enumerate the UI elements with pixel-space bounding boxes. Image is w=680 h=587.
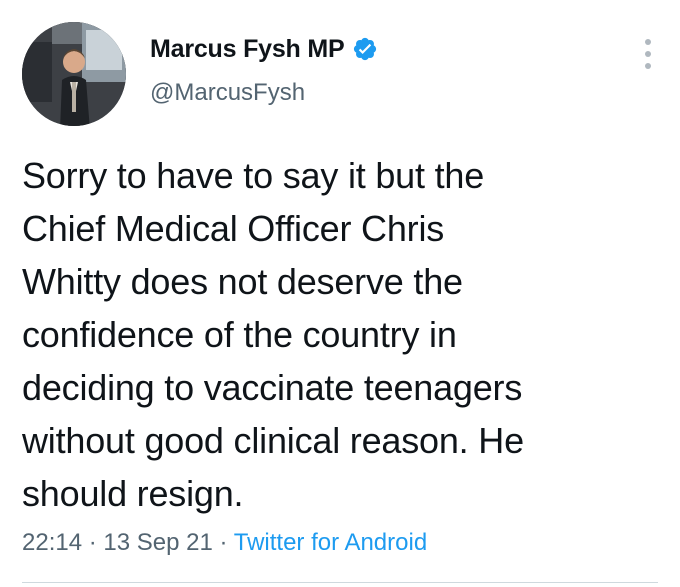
tweet-source-link[interactable]: Twitter for Android [234, 529, 427, 556]
tweet-text-line: deciding to vaccinate teenagers [22, 367, 523, 408]
tweet-card: Marcus Fysh MP @MarcusFysh Sorry to have… [0, 0, 680, 587]
tweet-time[interactable]: 22:14 [22, 529, 82, 556]
tweet-text-line: Sorry to have to say it but the [22, 155, 485, 196]
divider [22, 582, 658, 583]
tweet-meta: 22:14 · 13 Sep 21 · Twitter for Android [22, 529, 427, 557]
tweet-date[interactable]: 13 Sep 21 [103, 529, 212, 556]
tweet-text-line: confidence of the country in [22, 314, 457, 355]
tweet-text-line: Whitty does not deserve the [22, 261, 463, 302]
more-options-icon[interactable] [641, 36, 655, 72]
tweet-text: Sorry to have to say it but the Chief Me… [22, 149, 652, 520]
verified-badge-icon [352, 36, 378, 62]
author-avatar[interactable] [22, 22, 126, 126]
tweet-text-line: without good clinical reason. He [22, 420, 524, 461]
author-name-row: Marcus Fysh MP [150, 33, 378, 65]
author-display-name[interactable]: Marcus Fysh MP [150, 35, 345, 64]
tweet-text-line: Chief Medical Officer Chris [22, 208, 445, 249]
author-handle[interactable]: @MarcusFysh [150, 79, 305, 107]
avatar-photo-icon [22, 22, 126, 126]
meta-separator: · [88, 529, 97, 556]
meta-separator: · [219, 529, 228, 556]
tweet-text-line: should resign. [22, 473, 244, 514]
